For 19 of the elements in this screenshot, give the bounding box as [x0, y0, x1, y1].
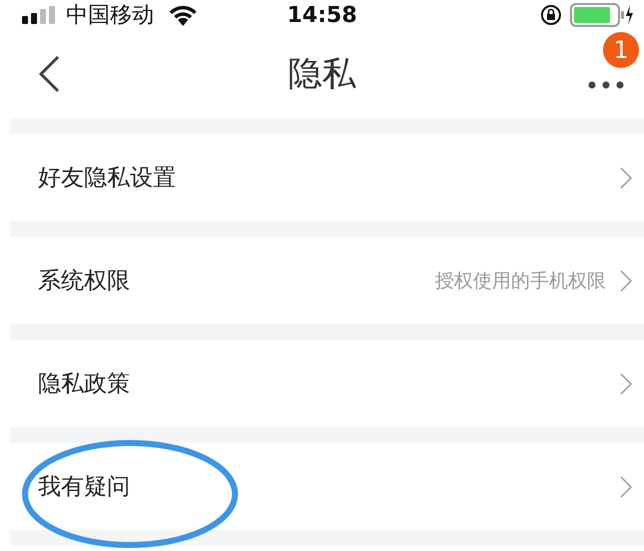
row-label: 我有疑问 [38, 473, 130, 502]
signal-icon [22, 6, 58, 24]
chevron-icon [620, 166, 632, 188]
notification-badge: 1 [603, 32, 639, 68]
wifi-icon [168, 4, 198, 26]
page-title: 隐私 [288, 53, 356, 96]
row-label: 隐私政策 [38, 370, 130, 399]
back-icon[interactable] [38, 55, 60, 93]
row-hint: 授权使用的手机权限 [435, 268, 606, 294]
rotation-lock-icon [540, 4, 562, 26]
more-icon[interactable] [588, 81, 624, 89]
row-label: 好友隐私设置 [38, 164, 176, 193]
carrier-name: 中国移动 [66, 2, 154, 30]
clock-time: 14:58 [286, 2, 358, 28]
chevron-icon [620, 270, 632, 292]
chevron-icon [620, 372, 632, 394]
row-label: 系统权限 [38, 267, 130, 296]
chevron-icon [620, 476, 632, 498]
battery-icon [570, 3, 634, 27]
